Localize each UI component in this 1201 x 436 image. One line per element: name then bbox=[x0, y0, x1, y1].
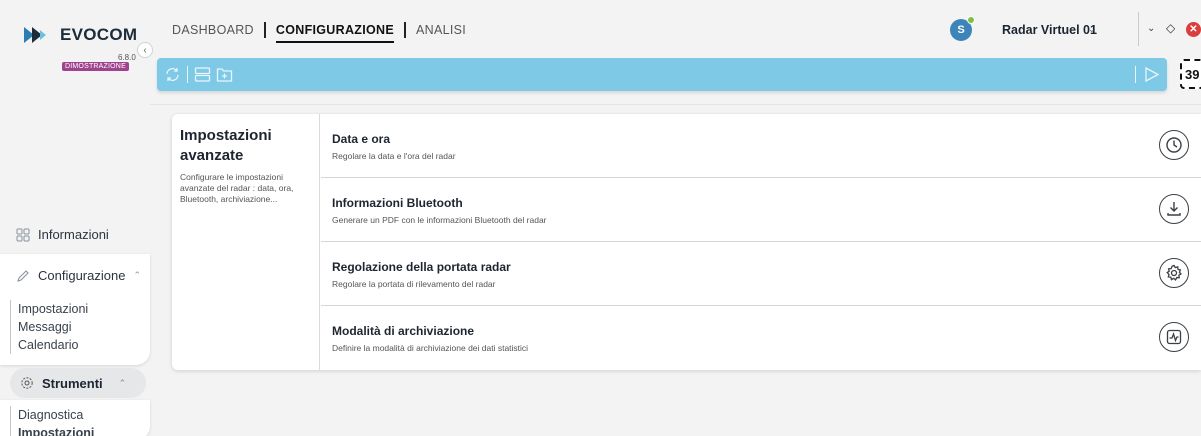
top-navigation: DASHBOARD CONFIGURAZIONE ANALISI bbox=[172, 22, 466, 43]
brand-logo: EVOCOM bbox=[22, 24, 137, 46]
chevron-left-icon: ‹ bbox=[143, 44, 147, 56]
row-title: Data e ora bbox=[332, 132, 391, 146]
row-description: Regolare la portata di rilevamento del r… bbox=[332, 279, 496, 289]
row-title: Regolazione della portata radar bbox=[332, 260, 511, 274]
setting-row-archiviazione[interactable]: Modalità di archiviazione Definire la mo… bbox=[321, 306, 1201, 370]
avatar-initial: S bbox=[957, 24, 965, 36]
submenu-item-diagnostica[interactable]: Diagnostica bbox=[18, 406, 94, 424]
gear-icon bbox=[21, 377, 33, 389]
clock-icon[interactable] bbox=[1159, 130, 1189, 160]
close-icon[interactable]: ✕ bbox=[1186, 22, 1201, 37]
sidebar-item-label: Informazioni bbox=[38, 227, 109, 242]
divider bbox=[1138, 12, 1139, 46]
chevron-down-icon[interactable]: ⌄ bbox=[1088, 24, 1096, 35]
submenu-item-messaggi[interactable]: Messaggi bbox=[18, 318, 88, 336]
avatar[interactable]: S bbox=[950, 16, 975, 41]
chevron-down-icon[interactable]: ⌄ bbox=[1147, 23, 1155, 34]
counter-value: 39 bbox=[1185, 66, 1200, 82]
panel-title: Impostazioni avanzate bbox=[180, 127, 272, 164]
chevron-up-icon: ⌃ bbox=[118, 377, 127, 388]
storage-icon[interactable] bbox=[194, 66, 211, 83]
sidebar-item-label: Configurazione bbox=[38, 268, 126, 283]
divider bbox=[150, 104, 1201, 105]
collapse-sidebar-button[interactable]: ‹ bbox=[137, 42, 153, 58]
row-description: Generare un PDF con le informazioni Blue… bbox=[332, 215, 547, 225]
toolbar bbox=[157, 58, 1167, 91]
chart-icon[interactable] bbox=[1159, 322, 1189, 352]
tab-analisi[interactable]: ANALISI bbox=[416, 23, 466, 37]
setting-row-portata-radar[interactable]: Regolazione della portata radar Regolare… bbox=[321, 242, 1201, 306]
pencil-icon bbox=[17, 269, 29, 282]
counter-badge: 39 bbox=[1180, 59, 1201, 89]
demo-badge: DIMOSTRAZIONE bbox=[62, 62, 129, 71]
diamond-icon[interactable]: ◇ bbox=[1166, 21, 1175, 35]
tab-dashboard[interactable]: DASHBOARD bbox=[172, 23, 254, 37]
configurazione-submenu: Impostazioni Messaggi Calendario bbox=[10, 300, 88, 354]
brand-version: 6.8.0 bbox=[118, 53, 136, 62]
toolbar-separator bbox=[187, 66, 188, 83]
strumenti-submenu: Diagnostica Impostazioni bbox=[10, 406, 94, 436]
submenu-item-impostazioni[interactable]: Impostazioni bbox=[18, 300, 88, 318]
panel-description: Configurare le impostazioni avanzate del… bbox=[180, 172, 294, 204]
toolbar-separator bbox=[1135, 66, 1136, 83]
row-description: Definire la modalità di archiviazione de… bbox=[332, 343, 529, 353]
send-icon[interactable] bbox=[1143, 66, 1160, 83]
advanced-settings-summary: Impostazioni avanzate Configurare le imp… bbox=[172, 114, 320, 370]
strumenti-group: Diagnostica Impostazioni bbox=[0, 400, 150, 436]
advanced-settings-card: Impostazioni avanzate Configurare le imp… bbox=[172, 114, 1201, 370]
submenu-item-impostazioni[interactable]: Impostazioni bbox=[18, 424, 94, 436]
gear-icon[interactable] bbox=[1159, 258, 1189, 288]
row-description: Regolare la data e l'ora del radar bbox=[332, 151, 456, 161]
row-title: Modalità di archiviazione bbox=[332, 324, 475, 338]
tab-separator bbox=[263, 22, 266, 38]
sidebar-item-label: Strumenti bbox=[42, 375, 103, 391]
configurazione-group: Configurazione ⌃ Impostazioni Messaggi C… bbox=[0, 254, 150, 365]
submenu-item-calendario[interactable]: Calendario bbox=[18, 336, 88, 354]
tab-configurazione[interactable]: CONFIGURAZIONE bbox=[275, 23, 395, 43]
online-status-icon bbox=[967, 16, 975, 24]
evocom-logo-icon bbox=[24, 27, 46, 43]
download-icon[interactable] bbox=[1159, 194, 1189, 224]
setting-row-data-e-ora[interactable]: Data e ora Regolare la data e l'ora del … bbox=[321, 114, 1201, 178]
add-folder-icon[interactable] bbox=[216, 66, 233, 83]
chevron-up-icon: ⌃ bbox=[133, 270, 141, 280]
sidebar-item-configurazione[interactable]: Configurazione ⌃ bbox=[16, 268, 141, 283]
radar-selector[interactable]: Radar Virtuel 01 bbox=[1002, 23, 1097, 37]
sidebar-item-informazioni[interactable]: Informazioni bbox=[16, 227, 109, 242]
brand-name: EVOCOM bbox=[60, 25, 138, 44]
sync-icon[interactable] bbox=[164, 66, 181, 83]
row-title: Informazioni Bluetooth bbox=[332, 196, 463, 210]
setting-row-bluetooth[interactable]: Informazioni Bluetooth Generare un PDF c… bbox=[321, 178, 1201, 242]
sidebar-item-strumenti[interactable]: Strumenti ⌃ bbox=[10, 368, 146, 398]
tab-separator bbox=[403, 22, 406, 38]
grid-icon bbox=[16, 228, 30, 241]
sidebar: EVOCOM 6.8.0 DIMOSTRAZIONE ‹ Informazion… bbox=[0, 0, 153, 436]
